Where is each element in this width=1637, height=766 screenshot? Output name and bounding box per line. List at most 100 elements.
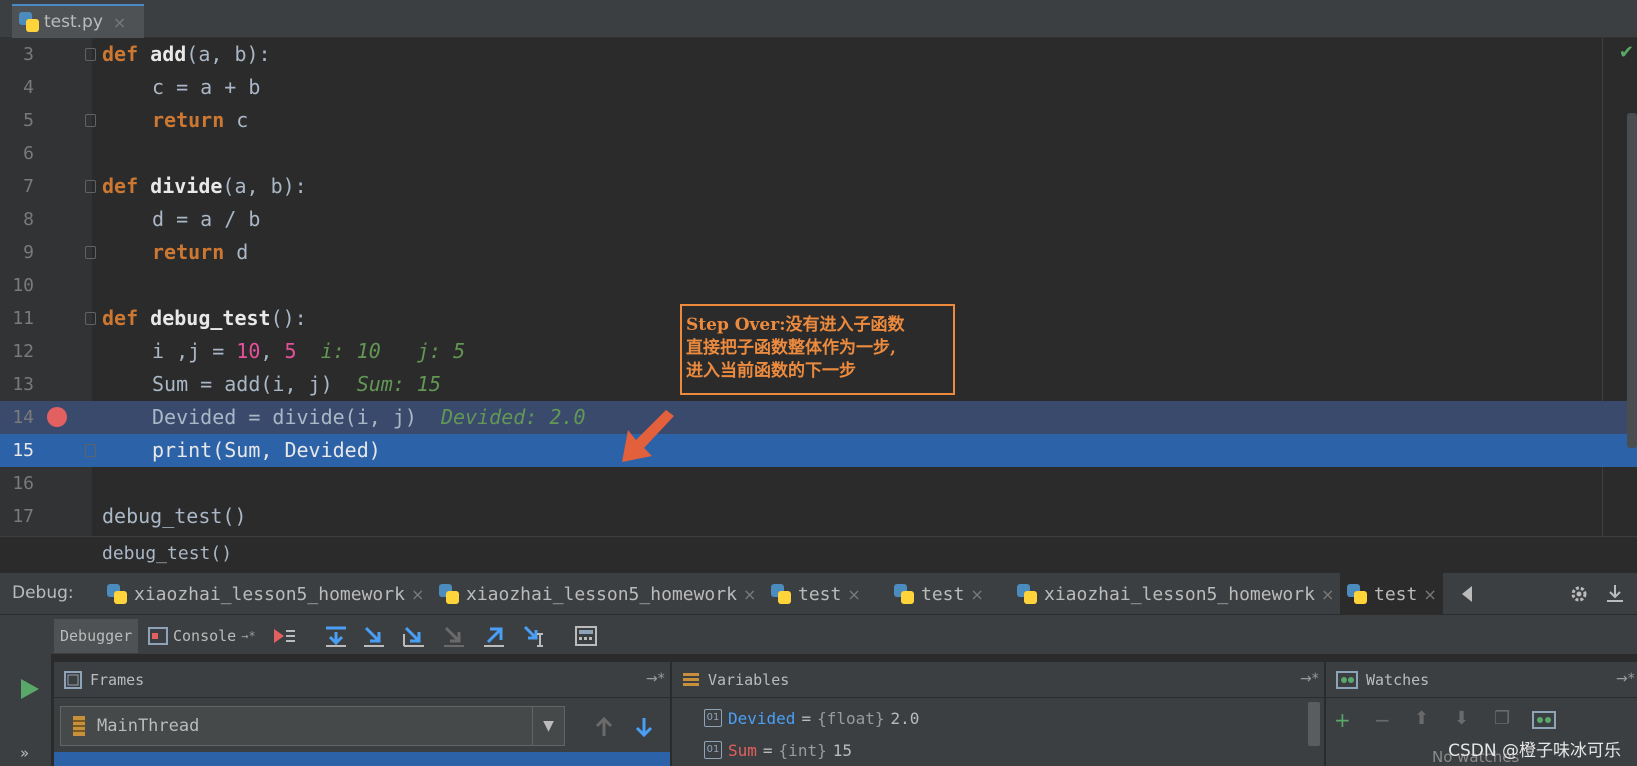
watch-glasses-icon[interactable]: [1532, 710, 1556, 730]
python-icon: [438, 583, 460, 605]
code-line[interactable]: 6: [0, 137, 1637, 170]
inline-value-hint: i: 10 j: 5: [296, 339, 466, 363]
line-number: 3: [23, 44, 34, 65]
pin-icon[interactable]: →*: [646, 671, 665, 687]
current-execution-line[interactable]: 15 print(Sum, Devided): [0, 434, 1637, 467]
code-line[interactable]: 4 c = a + b: [0, 71, 1637, 104]
close-icon[interactable]: ×: [743, 585, 756, 604]
watches-icon: [1336, 670, 1358, 689]
thread-selector[interactable]: MainThread ▼: [60, 706, 565, 746]
step-into-my-code-icon[interactable]: [402, 624, 426, 648]
show-execution-point-icon[interactable]: [272, 624, 296, 648]
code-line[interactable]: 10: [0, 269, 1637, 302]
debug-session-tab[interactable]: xiaozhai_lesson5_homework ×: [432, 573, 762, 615]
inspection-ok-icon[interactable]: ✔: [1619, 42, 1634, 63]
python-icon: [1346, 583, 1368, 605]
breakpoint-icon[interactable]: [47, 407, 67, 427]
hide-panel-icon[interactable]: [1605, 583, 1625, 605]
close-icon[interactable]: ×: [970, 585, 983, 604]
fold-icon[interactable]: [85, 312, 96, 325]
pin-icon[interactable]: →*: [241, 629, 255, 643]
code-line[interactable]: 7 def divide(a, b):: [0, 170, 1637, 203]
variable-row[interactable]: 01 Sum = {int} 15: [704, 735, 852, 765]
fold-icon[interactable]: [85, 48, 96, 61]
gear-icon[interactable]: [1568, 583, 1590, 605]
variable-icon: 01: [704, 741, 722, 759]
code-line[interactable]: 8 d = a / b: [0, 203, 1637, 236]
debug-session-tab[interactable]: xiaozhai_lesson5_homework ×: [1010, 573, 1340, 615]
inline-value-hint: Sum: 15: [332, 372, 441, 396]
debug-session-tab[interactable]: xiaozhai_lesson5_homework ×: [100, 573, 430, 615]
tab-console[interactable]: Console →*: [142, 619, 262, 653]
fold-icon[interactable]: [85, 444, 96, 457]
variables-icon: [683, 672, 699, 686]
line-number: 10: [12, 275, 34, 296]
chevron-down-icon[interactable]: ▼: [532, 707, 564, 745]
python-icon: [106, 583, 128, 605]
line-number: 13: [12, 374, 34, 395]
python-icon: [893, 583, 915, 605]
code-editor[interactable]: 3 def add(a, b): 4 c = a + b 5 return c …: [0, 38, 1637, 536]
inline-value-hint: Devided: 2.0: [416, 405, 586, 429]
more-icon[interactable]: »: [20, 744, 29, 762]
line-number: 17: [12, 506, 34, 527]
variables-scrollbar[interactable]: [1308, 702, 1320, 746]
code-line[interactable]: 3 def add(a, b):: [0, 38, 1637, 71]
next-frame-icon[interactable]: [634, 716, 654, 738]
step-into-icon[interactable]: [362, 624, 386, 648]
line-number: 8: [23, 209, 34, 230]
step-out-icon[interactable]: [482, 624, 506, 648]
code-line[interactable]: 9 return d: [0, 236, 1637, 269]
variable-row[interactable]: 01 Devided = {float} 2.0: [704, 703, 919, 733]
scroll-tabs-left-icon[interactable]: [1460, 586, 1474, 602]
close-icon[interactable]: ×: [1423, 585, 1436, 604]
code-line[interactable]: 16: [0, 467, 1637, 500]
frame-list-item-selected[interactable]: [54, 752, 670, 766]
code-line[interactable]: 5 return c: [0, 104, 1637, 137]
resume-icon[interactable]: [18, 678, 40, 700]
annotation-arrow-icon: [622, 410, 674, 462]
python-icon: [1016, 583, 1038, 605]
fold-icon[interactable]: [85, 180, 96, 193]
line-number: 14: [12, 407, 34, 428]
copy-watch-icon[interactable]: ❐: [1494, 708, 1510, 729]
force-step-into-icon[interactable]: [442, 624, 466, 648]
editor-scrollbar[interactable]: [1627, 113, 1637, 448]
debug-session-tab[interactable]: test ×: [764, 573, 867, 615]
fold-icon[interactable]: [85, 114, 96, 127]
run-to-cursor-icon[interactable]: [522, 624, 546, 648]
fold-icon[interactable]: [85, 246, 96, 259]
debug-session-tab-active[interactable]: test ×: [1340, 573, 1443, 615]
add-watch-icon[interactable]: +: [1334, 708, 1351, 732]
close-icon[interactable]: ×: [1321, 585, 1334, 604]
debug-session-tab[interactable]: test ×: [887, 573, 990, 615]
line-number: 7: [23, 176, 34, 197]
line-number: 15: [12, 440, 34, 461]
code-line[interactable]: 17 debug_test(): [0, 500, 1637, 533]
step-over-annotation: Step Over:没有进入子函数 直接把子函数整体作为一步, 进入当前函数的下…: [680, 304, 955, 395]
frames-panel-header: Frames →*: [54, 662, 670, 698]
close-tab-icon[interactable]: ×: [113, 13, 126, 32]
close-icon[interactable]: ×: [847, 585, 860, 604]
line-number: 16: [12, 473, 34, 494]
line-number: 12: [12, 341, 34, 362]
frames-icon: [64, 670, 82, 689]
evaluate-expression-icon[interactable]: [574, 624, 598, 648]
file-tab-label: test.py: [44, 12, 103, 32]
file-tab-test-py[interactable]: test.py ×: [12, 4, 144, 38]
step-over-icon[interactable]: [324, 624, 348, 648]
move-up-icon[interactable]: ⬆: [1414, 708, 1429, 729]
watches-panel-header: Watches →*: [1326, 662, 1637, 698]
pin-icon[interactable]: →*: [1300, 671, 1319, 687]
move-down-icon[interactable]: ⬇: [1454, 708, 1469, 729]
watermark: CSDN @橙子味冰可乐: [1448, 741, 1621, 761]
close-icon[interactable]: ×: [411, 585, 424, 604]
tab-debugger[interactable]: Debugger: [54, 619, 139, 653]
breakpoint-line[interactable]: 14 Devided = divide(i, j) Devided: 2.0: [0, 401, 1637, 434]
variable-icon: 01: [704, 709, 722, 727]
previous-frame-icon[interactable]: [594, 716, 614, 738]
pin-icon[interactable]: →*: [1616, 671, 1635, 687]
breadcrumb[interactable]: debug_test(): [0, 536, 1637, 570]
python-file-icon: [18, 11, 40, 33]
remove-watch-icon[interactable]: −: [1374, 708, 1391, 732]
